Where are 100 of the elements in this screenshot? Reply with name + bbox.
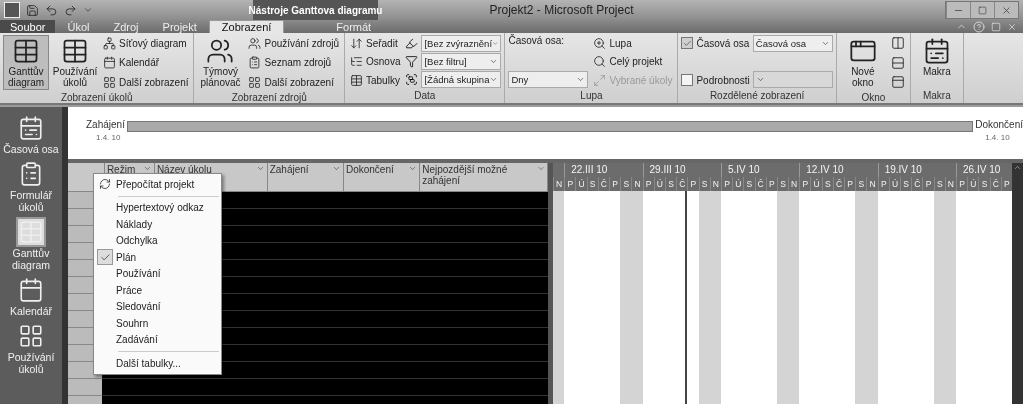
users-icon xyxy=(206,37,235,65)
recalculate-icon xyxy=(99,178,111,191)
rows-icon xyxy=(890,55,905,70)
ribbon-button[interactable]: Celý projekt xyxy=(591,53,675,70)
calendar-icon xyxy=(103,56,116,69)
caret-icon xyxy=(576,75,586,84)
menu-item[interactable]: Souhrn xyxy=(94,315,221,332)
view-button[interactable]: Formulář úkolů xyxy=(1,161,61,213)
menu-item[interactable]: Sledování xyxy=(94,298,221,315)
network-icon xyxy=(103,36,116,50)
view-button[interactable]: Používání úkolů xyxy=(1,323,61,375)
caret-icon xyxy=(331,164,341,173)
menu-item[interactable]: Další tabulky... xyxy=(94,355,221,372)
ribbon-button[interactable]: Lupa xyxy=(591,35,675,51)
ribbon-button[interactable]: Používání zdrojů xyxy=(246,35,341,51)
group-label: Okno xyxy=(860,92,887,103)
list-icon xyxy=(248,56,262,69)
ribbon-tab[interactable]: Projekt xyxy=(150,20,209,33)
week-label: 5.IV 10 xyxy=(720,163,800,177)
zoom-icon xyxy=(593,36,607,50)
grid-icon xyxy=(248,75,262,89)
dropdown-field[interactable]: [Bez filtru] xyxy=(421,53,502,70)
ribbon-tab[interactable]: Soubor xyxy=(0,20,56,33)
caret-icon xyxy=(820,39,830,48)
columns-icon xyxy=(890,36,905,50)
week-label: 26.IV 10 xyxy=(956,163,1012,177)
timeline-end-label: Dokončení xyxy=(975,119,1023,130)
table-icon xyxy=(18,323,44,349)
timeline-start-label: Zahájení xyxy=(86,119,125,130)
grid-icon xyxy=(103,75,116,89)
ribbon-button[interactable]: Osnova xyxy=(348,53,403,70)
maximize-icon xyxy=(978,5,987,15)
check-icon xyxy=(99,251,111,263)
menu-item[interactable]: Odchylka xyxy=(94,232,221,249)
close-icon xyxy=(1007,21,1017,32)
highlighter-icon xyxy=(405,37,419,50)
help-icon xyxy=(973,20,985,33)
column-header[interactable]: Dokončení xyxy=(343,163,421,191)
ribbon-button[interactable]: Seřadit xyxy=(348,35,403,51)
view-button[interactable]: Ganttův diagram xyxy=(1,219,61,271)
menu-item[interactable]: Plán xyxy=(94,249,221,266)
group-label: Lupa xyxy=(579,90,604,103)
scroll-up-icon xyxy=(1013,163,1022,172)
ribbon-button[interactable]: Kalendář xyxy=(101,54,191,71)
field-label: Časová osa: xyxy=(508,35,566,46)
ribbon-large-button[interactable]: Používání úkolů xyxy=(52,35,98,90)
checkbox[interactable] xyxy=(681,37,694,49)
ribbon-large-button[interactable]: Nové okno xyxy=(839,35,886,90)
ribbon-tab[interactable]: Zdroj xyxy=(101,20,151,33)
ribbon-button[interactable]: Síťový diagram xyxy=(101,35,191,51)
menu-item[interactable]: Náklady xyxy=(94,216,221,233)
table-icon xyxy=(350,73,363,87)
ribbon-button[interactable]: Další zobrazení xyxy=(246,74,341,90)
timeline-start-date: 1.4. 10 xyxy=(95,133,122,142)
group-label: Zobrazení zdrojů xyxy=(230,92,308,103)
ribbon-tab[interactable]: Formát xyxy=(324,20,384,33)
menu-item[interactable]: Zadávání xyxy=(94,331,221,348)
dropdown-field[interactable]: [Bez zvýraznění xyxy=(421,35,502,52)
group-label: Data xyxy=(413,90,437,103)
checkbox[interactable] xyxy=(681,74,694,86)
search-icon xyxy=(593,55,607,68)
dropdown-field[interactable]: [Žádná skupina xyxy=(421,71,502,88)
group-label: Zobrazení úkolů xyxy=(59,92,134,103)
menu-item[interactable]: Přepočítat projekt xyxy=(94,176,221,193)
ribbon-button[interactable]: Seznam zdrojů xyxy=(246,54,341,71)
ribbon-tab[interactable]: Úkol xyxy=(55,20,102,33)
caret-icon xyxy=(536,164,545,173)
gantt-icon xyxy=(18,219,44,245)
gantt-table-icon xyxy=(12,37,40,65)
panel-icon xyxy=(890,75,905,89)
menu-item[interactable]: Práce xyxy=(94,282,221,299)
outline-icon xyxy=(350,55,363,68)
ribbon-large-button[interactable]: Makra xyxy=(913,35,960,79)
group-label: Makra xyxy=(921,90,952,103)
scrollbar[interactable] xyxy=(1012,163,1023,404)
ribbon-large-button[interactable]: Týmový plánovač xyxy=(197,35,244,90)
dropdown-field[interactable]: Časová osa xyxy=(752,35,833,52)
dropdown-field[interactable]: Dny xyxy=(508,71,589,88)
week-label: 19.IV 10 xyxy=(877,163,956,177)
menu-item[interactable]: Používání xyxy=(94,265,221,282)
view-button[interactable]: Časová osa xyxy=(1,115,61,155)
caret-icon xyxy=(255,164,265,173)
ribbon-tab[interactable]: Zobrazení xyxy=(208,20,285,33)
ribbon-button[interactable]: Tabulky xyxy=(348,72,403,88)
redo-icon xyxy=(64,3,77,17)
users-icon xyxy=(248,36,262,50)
sort-icon xyxy=(350,36,363,50)
column-header[interactable]: Zahájení xyxy=(267,163,344,191)
ribbon-button[interactable]: Další zobrazení xyxy=(101,74,191,90)
ribbon-large-button[interactable]: Ganttův diagram xyxy=(3,35,49,90)
caret-icon xyxy=(755,75,765,84)
app-logo xyxy=(4,2,20,18)
caret-icon xyxy=(83,5,93,15)
week-label: 22.III 10 xyxy=(564,163,643,177)
week-label: 29.III 10 xyxy=(642,163,721,177)
menu-item[interactable]: Hypertextový odkaz xyxy=(94,199,221,216)
calendar-icon xyxy=(18,277,44,303)
view-button[interactable]: Kalendář xyxy=(1,277,61,317)
checkbox-label: Podrobnosti xyxy=(696,74,750,86)
caret-icon xyxy=(408,164,418,173)
